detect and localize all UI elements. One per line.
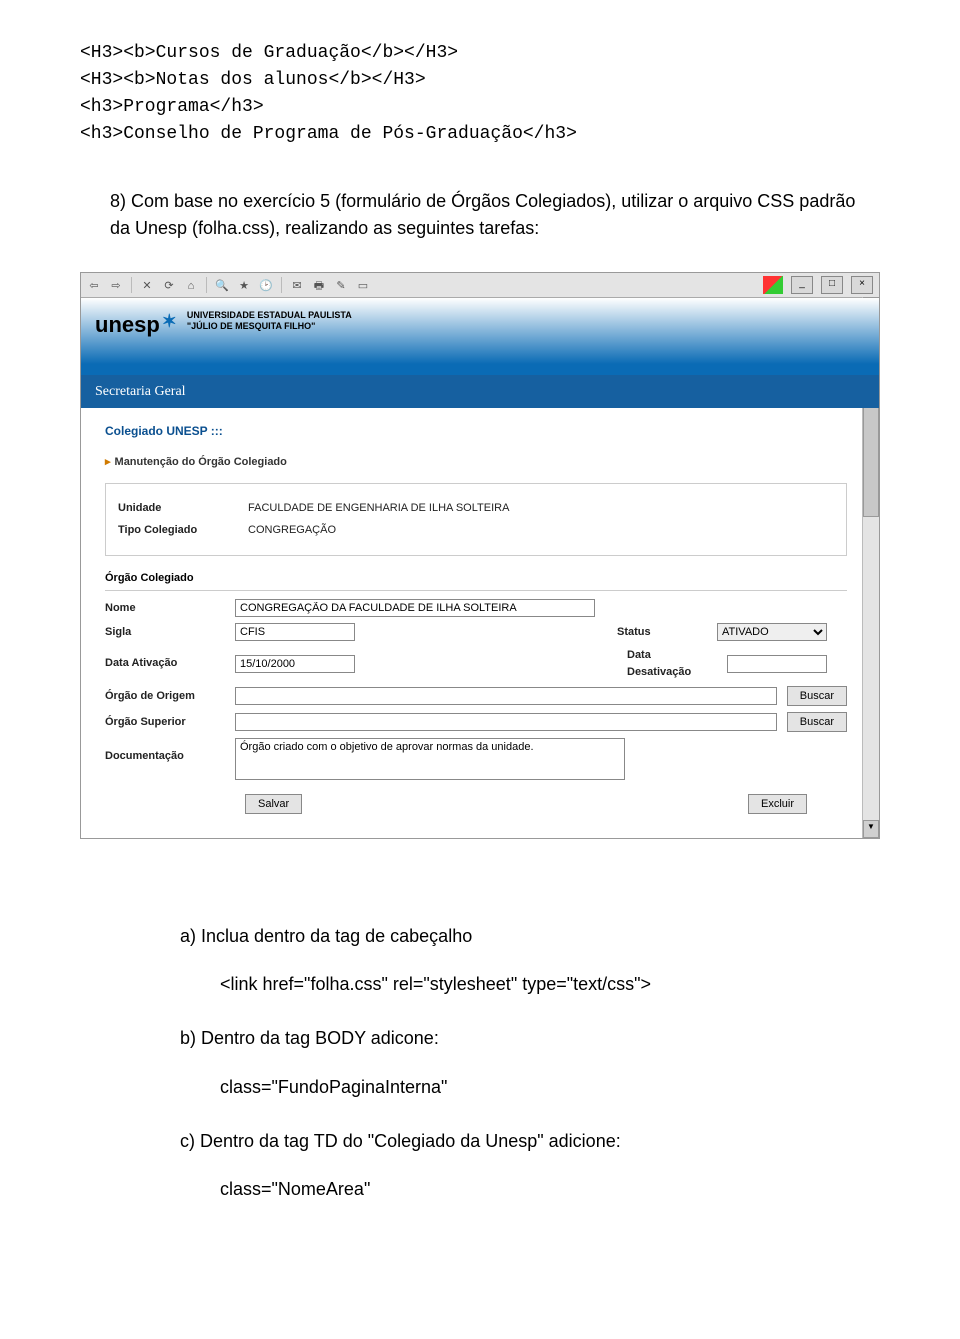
history-icon[interactable]: 🕑 bbox=[259, 278, 273, 292]
buscar-superior-button[interactable]: Buscar bbox=[787, 712, 847, 732]
answer-c: c) Dentro da tag TD do "Colegiado da Une… bbox=[180, 1124, 880, 1158]
documentacao-label: Documentação bbox=[105, 738, 225, 765]
uni-line2: "JÚLIO DE MESQUITA FILHO" bbox=[187, 321, 352, 332]
orgao-colegiado-heading: Órgão Colegiado bbox=[105, 566, 847, 592]
tipo-colegiado-value: CONGREGAÇÃO bbox=[248, 522, 336, 539]
data-desativacao-input[interactable] bbox=[727, 655, 827, 673]
separator bbox=[281, 277, 282, 293]
section-title: Colegiado UNESP ::: bbox=[105, 422, 847, 440]
answer-a-code: <link href="folha.css" rel="stylesheet" … bbox=[220, 967, 880, 1001]
orgao-form: Nome Sigla Status ATIVADO Data Ativação bbox=[105, 599, 847, 818]
tipo-colegiado-label: Tipo Colegiado bbox=[118, 522, 238, 539]
page-content: Colegiado UNESP ::: Manutenção do Órgão … bbox=[81, 408, 863, 838]
edit-icon[interactable]: ✎ bbox=[334, 278, 348, 292]
minimize-button[interactable]: _ bbox=[791, 276, 813, 294]
favorites-icon[interactable]: ★ bbox=[237, 278, 251, 292]
answer-b-code: class="FundoPaginaInterna" bbox=[220, 1070, 880, 1104]
nome-input[interactable] bbox=[235, 599, 595, 617]
data-desativacao-label: Data Desativação bbox=[627, 647, 717, 680]
excluir-button[interactable]: Excluir bbox=[748, 794, 807, 814]
data-ativacao-label: Data Ativação bbox=[105, 655, 225, 672]
code-line: <h3>Conselho de Programa de Pós-Graduaçã… bbox=[80, 121, 880, 148]
code-block: <H3><b>Cursos de Graduação</b></H3> <H3>… bbox=[80, 40, 880, 148]
orgao-origem-input[interactable] bbox=[235, 687, 777, 705]
answer-b: b) Dentro da tag BODY adicone: bbox=[180, 1021, 880, 1055]
question-paragraph: 8) Com base no exercício 5 (formulário d… bbox=[110, 188, 880, 242]
browser-toolbar: ⇦ ⇨ ✕ ⟳ ⌂ 🔍 ★ 🕑 ✉ 🖶 ✎ ▭ _ □ × bbox=[81, 273, 879, 298]
code-line: <H3><b>Cursos de Graduação</b></H3> bbox=[80, 40, 880, 67]
answer-list: a) Inclua dentro da tag de cabeçalho <li… bbox=[180, 919, 880, 1206]
university-name: UNIVERSIDADE ESTADUAL PAULISTA "JÚLIO DE… bbox=[187, 308, 352, 332]
salvar-button[interactable]: Salvar bbox=[245, 794, 302, 814]
separator bbox=[131, 277, 132, 293]
sigla-label: Sigla bbox=[105, 624, 225, 641]
subsection-title: Manutenção do Órgão Colegiado bbox=[105, 454, 847, 471]
refresh-icon[interactable]: ⟳ bbox=[162, 278, 176, 292]
close-button[interactable]: × bbox=[851, 276, 873, 294]
data-ativacao-input[interactable] bbox=[235, 655, 355, 673]
orgao-superior-input[interactable] bbox=[235, 713, 777, 731]
uni-line1: UNIVERSIDADE ESTADUAL PAULISTA bbox=[187, 310, 352, 321]
home-icon[interactable]: ⌂ bbox=[184, 278, 198, 292]
embedded-screenshot: ⇦ ⇨ ✕ ⟳ ⌂ 🔍 ★ 🕑 ✉ 🖶 ✎ ▭ _ □ × ▲ ▼ unesp … bbox=[80, 272, 880, 839]
header-banner: unesp ✶ UNIVERSIDADE ESTADUAL PAULISTA "… bbox=[81, 298, 879, 408]
back-icon[interactable]: ⇦ bbox=[87, 278, 101, 292]
orgao-origem-label: Órgão de Origem bbox=[105, 688, 225, 705]
stop-icon[interactable]: ✕ bbox=[140, 278, 154, 292]
unidade-value: FACULDADE DE ENGENHARIA DE ILHA SOLTEIRA bbox=[248, 500, 509, 517]
code-line: <H3><b>Notas dos alunos</b></H3> bbox=[80, 67, 880, 94]
orgao-superior-label: Órgão Superior bbox=[105, 714, 225, 731]
buscar-origem-button[interactable]: Buscar bbox=[787, 686, 847, 706]
answer-a: a) Inclua dentro da tag de cabeçalho bbox=[180, 919, 880, 953]
nome-label: Nome bbox=[105, 600, 225, 617]
secretaria-bar: Secretaria Geral bbox=[81, 375, 879, 408]
maximize-button[interactable]: □ bbox=[821, 276, 843, 294]
sigla-input[interactable] bbox=[235, 623, 355, 641]
mail-icon[interactable]: ✉ bbox=[290, 278, 304, 292]
doc-icon[interactable]: ▭ bbox=[356, 278, 370, 292]
scroll-down-icon[interactable]: ▼ bbox=[863, 820, 879, 838]
windows-logo-icon bbox=[763, 276, 783, 294]
logo-text: unesp bbox=[95, 308, 160, 341]
separator bbox=[206, 277, 207, 293]
unesp-logo: unesp ✶ bbox=[95, 308, 177, 341]
status-label: Status bbox=[617, 624, 707, 641]
print-icon[interactable]: 🖶 bbox=[312, 278, 326, 292]
code-line: <h3>Programa</h3> bbox=[80, 94, 880, 121]
unidade-label: Unidade bbox=[118, 500, 238, 517]
status-select[interactable]: ATIVADO bbox=[717, 623, 827, 641]
star-icon: ✶ bbox=[162, 308, 177, 335]
documentacao-textarea[interactable]: Órgão criado com o objetivo de aprovar n… bbox=[235, 738, 625, 780]
search-icon[interactable]: 🔍 bbox=[215, 278, 229, 292]
unidade-panel: Unidade FACULDADE DE ENGENHARIA DE ILHA … bbox=[105, 483, 847, 556]
answer-c-code: class="NomeArea" bbox=[220, 1172, 880, 1206]
forward-icon[interactable]: ⇨ bbox=[109, 278, 123, 292]
